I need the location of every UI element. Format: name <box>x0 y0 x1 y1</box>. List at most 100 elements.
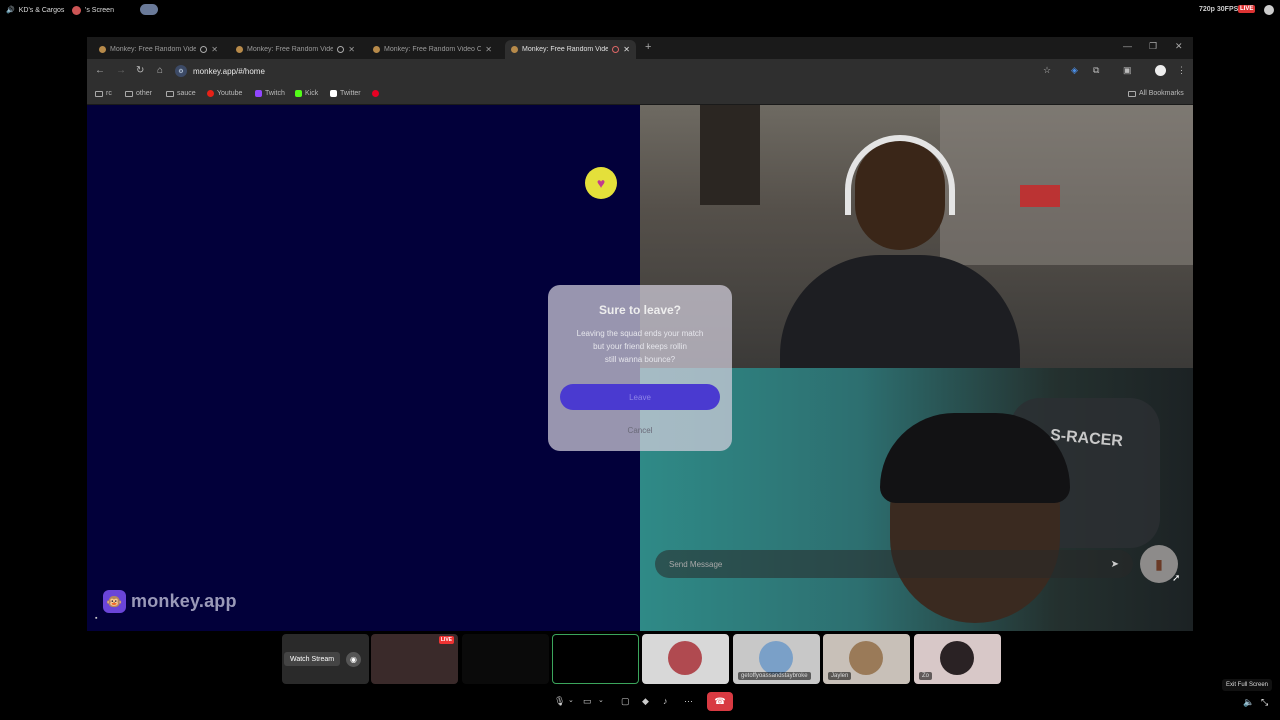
watch-stream-button[interactable]: Watch Stream <box>284 652 341 666</box>
cancel-button[interactable]: Cancel <box>548 426 732 435</box>
fullscreen-icon[interactable]: ⤡ <box>1261 697 1268 708</box>
extensions-puzzle-icon[interactable]: ⧉ <box>1093 65 1099 76</box>
extension-icon[interactable]: ◈ <box>1071 65 1078 76</box>
send-icon[interactable]: ➤ <box>1111 559 1119 570</box>
avatar <box>759 641 793 675</box>
live-badge: LIVE <box>1238 5 1256 13</box>
browser-window: Monkey: Free Random Video ✕ Monkey: Free… <box>87 37 1193 631</box>
side-panel-icon[interactable]: ▣ <box>1123 65 1132 76</box>
site-info-icon[interactable]: ⚙ <box>175 65 187 77</box>
participant-tile[interactable] <box>642 634 729 684</box>
avatar <box>940 641 974 675</box>
monkey-favicon-icon <box>99 46 106 53</box>
soundboard-icon[interactable]: ♪ <box>663 696 668 706</box>
twitch-icon <box>255 90 262 97</box>
mouse-cursor-icon: ➚ <box>1172 573 1181 584</box>
bookmark-pinterest[interactable] <box>372 90 379 97</box>
bookmark-twitter[interactable]: Twitter <box>330 90 361 97</box>
live-stream-tile[interactable]: LIVE <box>371 634 458 684</box>
youtube-icon <box>207 90 214 97</box>
leave-button[interactable]: Leave <box>560 384 720 410</box>
eye-icon[interactable]: ◉ <box>346 652 361 667</box>
participant-tile[interactable]: getoffyoassandstaybroke <box>733 634 820 684</box>
monkey-favicon-icon <box>373 46 380 53</box>
recording-icon <box>612 46 620 53</box>
reload-button[interactable]: ↻ <box>136 65 144 76</box>
page-content: 🐵 monkey.app ▪ ♥ S-RACER Send Message ➤ … <box>87 105 1193 631</box>
camera-off-icon[interactable]: ▭ <box>583 696 592 707</box>
browser-toolbar: ← → ↻ ⌂ ⚙ monkey.app/#/home ☆ ◈ ⧉ ▣ ⋮ <box>87 59 1193 83</box>
avatar <box>668 641 702 675</box>
participant-tile[interactable]: Jaylen <box>823 634 910 684</box>
monkey-brand: 🐵 monkey.app <box>103 590 237 613</box>
profile-avatar[interactable] <box>1155 65 1166 76</box>
close-window-button[interactable]: ✕ <box>1175 41 1183 52</box>
participant-tile[interactable]: Zo <box>914 634 1001 684</box>
exit-fullscreen-tooltip: Exit Full Screen <box>1222 679 1273 691</box>
close-tab-icon[interactable]: ✕ <box>485 45 492 54</box>
channel-title[interactable]: 🔊 KD's & Cargos <box>6 6 64 15</box>
call-controls: 🎙 ⌄ ▭ ⌄ ▢ ◆ ♪ ⋯ ☎ <box>548 692 738 712</box>
stream-owner: 's Screen <box>72 6 114 15</box>
tab-strip: Monkey: Free Random Video ✕ Monkey: Free… <box>87 37 1193 59</box>
bookmark-folder[interactable]: rc <box>95 90 112 97</box>
more-options-icon[interactable]: ⋯ <box>684 696 693 707</box>
voice-icon: 🔊 <box>6 7 15 14</box>
avatar <box>849 641 883 675</box>
participants-avatars[interactable] <box>140 4 158 15</box>
address-bar[interactable]: ⚙ monkey.app/#/home <box>175 62 1055 80</box>
folder-icon <box>1128 90 1136 97</box>
restore-button[interactable]: ❐ <box>1149 41 1157 52</box>
close-tab-icon[interactable]: ✕ <box>211 45 218 54</box>
back-button[interactable]: ← <box>95 65 105 76</box>
bookmark-youtube[interactable]: Youtube <box>207 90 242 97</box>
screen-share-icon[interactable]: ▢ <box>621 696 630 707</box>
all-bookmarks[interactable]: All Bookmarks <box>1128 90 1184 97</box>
activity-icon[interactable]: ◆ <box>642 696 649 707</box>
close-tab-icon[interactable]: ✕ <box>623 45 630 54</box>
self-video-tile[interactable] <box>552 634 639 684</box>
new-tab-button[interactable]: + <box>645 41 651 53</box>
discord-top-bar: 🔊 KD's & Cargos 's Screen 720p 30FPS LIV… <box>0 0 1280 20</box>
kick-icon <box>295 90 302 97</box>
bookmark-kick[interactable]: Kick <box>295 90 318 97</box>
browser-tab[interactable]: Monkey: Free Random Video ✕ <box>230 40 361 59</box>
browser-tab[interactable]: Monkey: Free Random Video ✕ <box>93 40 224 59</box>
stream-quality: 720p 30FPS <box>1199 6 1239 13</box>
monkey-logo-icon: 🐵 <box>103 590 126 613</box>
recording-icon <box>337 46 345 53</box>
chevron-down-icon[interactable]: ⌄ <box>568 696 574 704</box>
microphone-icon[interactable]: 🎙 <box>554 696 565 707</box>
recording-icon <box>200 46 208 53</box>
bookmark-star-icon[interactable]: ☆ <box>1043 65 1051 76</box>
live-badge: LIVE <box>438 636 454 644</box>
volume-icon[interactable]: 🔈 <box>1243 697 1254 708</box>
avatar <box>72 6 81 15</box>
browser-tab-active[interactable]: Monkey: Free Random Video ✕ <box>505 40 636 59</box>
menu-icon[interactable]: ⋮ <box>1177 65 1186 76</box>
chevron-down-icon[interactable]: ⌄ <box>598 696 604 704</box>
dialog-body: Leaving the squad ends your match but yo… <box>576 329 704 364</box>
chat-icon[interactable] <box>1264 5 1274 15</box>
message-input[interactable]: Send Message ➤ <box>655 550 1133 578</box>
browser-tab[interactable]: Monkey: Free Random Video C ✕ <box>367 40 498 59</box>
bookmark-folder[interactable]: other <box>125 90 152 97</box>
stream-tile[interactable]: Watch Stream ◉ <box>282 634 369 684</box>
minimize-button[interactable]: — <box>1123 41 1132 51</box>
close-tab-icon[interactable]: ✕ <box>348 45 355 54</box>
bookmark-twitch[interactable]: Twitch <box>255 90 285 97</box>
pinterest-icon <box>372 90 379 97</box>
twitter-icon <box>330 90 337 97</box>
disconnect-button[interactable]: ☎ <box>707 692 733 711</box>
folder-icon <box>166 90 174 97</box>
heart-gift-icon[interactable]: ♥ <box>585 167 617 199</box>
home-button[interactable]: ⌂ <box>157 65 163 76</box>
bookmark-folder[interactable]: sauce <box>166 90 196 97</box>
monkey-favicon-icon <box>511 46 518 53</box>
forward-button[interactable]: → <box>116 65 126 76</box>
chat-bubble-icon[interactable]: ▪ <box>95 615 97 622</box>
folder-icon <box>95 90 103 97</box>
stream-tile[interactable] <box>462 634 549 684</box>
folder-icon <box>125 90 133 97</box>
leave-confirm-dialog: Sure to leave? Leaving the squad ends yo… <box>548 285 732 451</box>
